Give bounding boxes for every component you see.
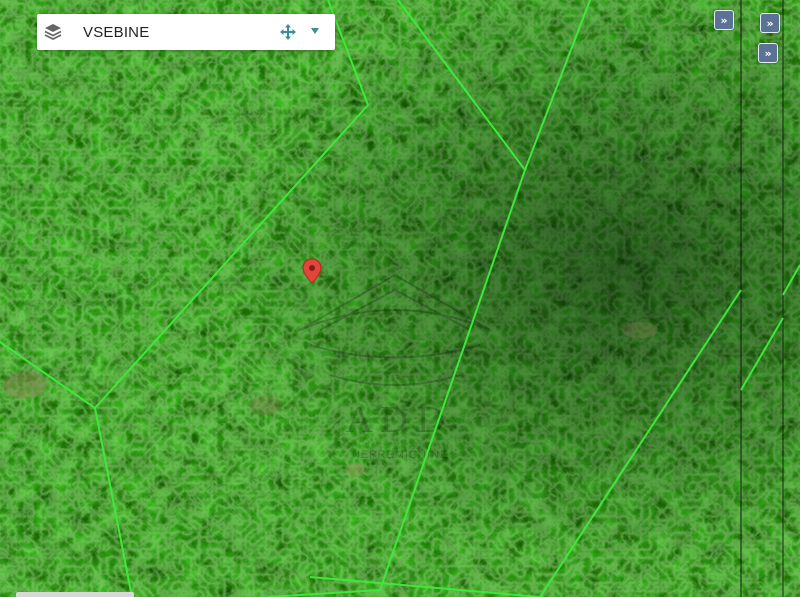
bottom-scale-bar — [16, 592, 134, 597]
double-chevron-right-icon: » — [764, 46, 772, 60]
layers-icon[interactable] — [43, 22, 63, 42]
layers-panel: VSEBINE — [37, 14, 335, 50]
double-chevron-right-icon: » — [720, 13, 728, 27]
watermark-text: A D D — [345, 399, 444, 441]
watermark-subtext: NEPREMIČNINE — [352, 448, 448, 461]
move-arrows-icon[interactable] — [279, 23, 297, 41]
expand-panel-button[interactable]: » — [760, 13, 780, 33]
expand-panel-button[interactable]: » — [758, 43, 778, 63]
double-chevron-right-icon: » — [766, 16, 774, 30]
caret-down-icon[interactable] — [310, 27, 320, 35]
expand-panel-button[interactable]: » — [714, 10, 734, 30]
map-canvas[interactable]: A D D NEPREMIČNINE — [0, 0, 800, 597]
layers-panel-title: VSEBINE — [83, 24, 150, 41]
